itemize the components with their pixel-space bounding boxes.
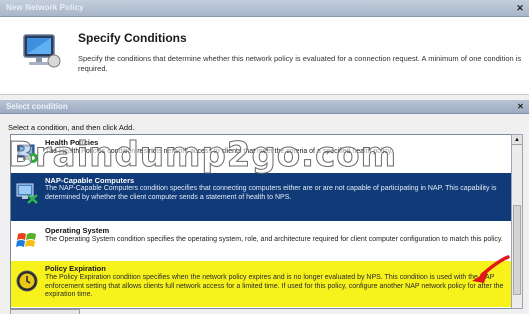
page-title: Specify Conditions bbox=[78, 31, 187, 45]
dialog-title: Select condition bbox=[6, 102, 68, 111]
list-item-name: Policy Expiration bbox=[45, 264, 106, 273]
list-item-description: The Operating System condition specifies… bbox=[45, 236, 503, 243]
scroll-up-arrow-icon[interactable]: ▲ bbox=[512, 135, 522, 145]
nap-computer-icon bbox=[16, 183, 38, 204]
window-title: New Network Policy bbox=[6, 3, 84, 12]
scroll-thumb[interactable] bbox=[513, 205, 521, 295]
list-item-description: The NAP-Capable Computers condition spec… bbox=[45, 185, 497, 201]
monitor-icon bbox=[23, 34, 61, 68]
clock-icon bbox=[16, 270, 38, 292]
list-item-operating-system[interactable]: Operating System The Operating System co… bbox=[11, 223, 511, 259]
wizard-header: Specify Conditions Specify the condition… bbox=[0, 17, 529, 95]
list-item-description: The Policy Expiration condition specifie… bbox=[45, 274, 504, 298]
watermark: Braindump2go.com bbox=[7, 135, 398, 176]
window-close-button[interactable]: ✕ bbox=[514, 2, 526, 14]
list-item-policy-expiration[interactable]: Policy Expiration The Policy Expiration … bbox=[11, 261, 511, 307]
list-item-nap-capable-computers[interactable]: NAP-Capable Computers The NAP-Capable Co… bbox=[11, 173, 511, 221]
bottom-button[interactable] bbox=[10, 309, 80, 314]
page-description: Specify the conditions that determine wh… bbox=[78, 54, 522, 73]
list-item-name: NAP-Capable Computers bbox=[45, 176, 135, 185]
windows-logo-icon bbox=[16, 233, 36, 247]
dialog-instruction: Select a condition, and then click Add. bbox=[8, 123, 135, 132]
list-item-name: Operating System bbox=[45, 226, 110, 235]
list-scrollbar[interactable]: ▲ bbox=[511, 134, 523, 309]
annotation-arrow-icon bbox=[472, 255, 510, 283]
dialog-close-button[interactable]: ✕ bbox=[515, 101, 526, 112]
dialog-titlebar: Select condition ✕ bbox=[0, 100, 529, 114]
window-titlebar: New Network Policy ✕ bbox=[0, 0, 529, 17]
